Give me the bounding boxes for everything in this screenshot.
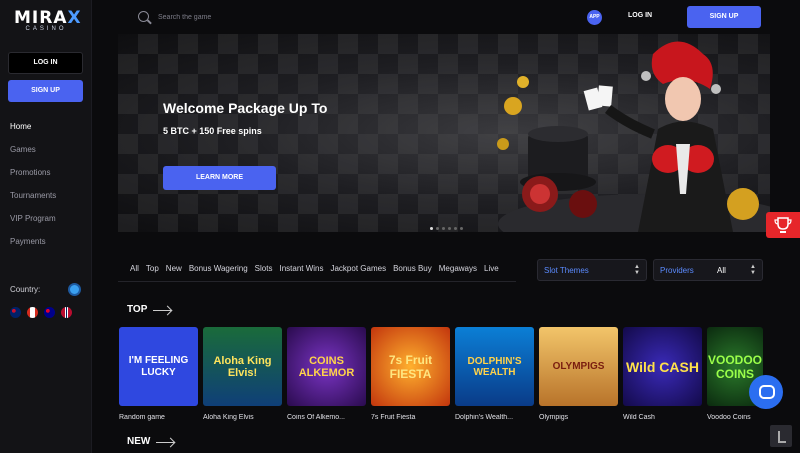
sidebar-item-home[interactable]: Home [10,122,56,145]
tab-bonus-wagering[interactable]: Bonus Wagering [189,264,248,273]
tab-all[interactable]: All [130,264,139,273]
arrow-right-icon[interactable] [156,442,174,443]
sort-arrows-icon: ▲ ▼ [750,264,756,276]
globe-icon[interactable] [68,283,81,296]
banner-title: Welcome Package Up To [163,100,328,116]
carousel-dots [430,227,463,230]
sidebar-item-payments[interactable]: Payments [10,237,56,260]
game-category-tabs: All Top New Bonus Wagering Slots Instant… [130,264,506,273]
scroll-top-icon[interactable] [770,425,792,447]
sidebar: MIRAX CASINO LOG IN SIGN UP Home Games P… [0,0,92,453]
sort-arrows-icon: ▲ ▼ [634,264,640,276]
country-flags [10,307,72,318]
ca-flag-icon[interactable] [27,307,38,318]
jester-illustration [497,41,770,232]
tab-slots[interactable]: Slots [255,264,273,273]
app-button[interactable]: APP [587,10,602,25]
game-thumbnail[interactable]: Aloha King Elvis! [203,327,282,406]
learn-more-button[interactable]: LEARN MORE [163,166,276,190]
providers-label: Providers [660,266,694,275]
tab-megaways[interactable]: Megaways [439,264,477,273]
search-icon[interactable] [138,11,149,22]
top-games-row: I'M FEELING LUCKY Random game Aloha King… [119,327,763,421]
game-card[interactable]: 7s Fruit FIESTA 7s Fruit Fiesta [371,327,450,421]
game-name: Aloha King Elvis [203,414,254,421]
chat-icon[interactable] [749,375,783,409]
slot-themes-select[interactable]: Slot Themes ▲ ▼ [537,259,647,281]
arrow-right-icon[interactable] [153,310,171,311]
tab-bonus-buy[interactable]: Bonus Buy [393,264,432,273]
topbar: APP LOG IN SIGN UP [118,0,770,34]
carousel-dot[interactable] [448,227,451,230]
search-input[interactable] [158,10,358,24]
section-title-top[interactable]: TOP [127,304,147,315]
game-card[interactable]: Wild CASH Wild Cash [623,327,702,421]
game-card[interactable]: DOLPHIN'S WEALTH Dolphin's Wealth... [455,327,534,421]
game-card[interactable]: VOODOO COINS Voodoo Coins [707,327,763,421]
tab-top[interactable]: Top [146,264,159,273]
sidebar-signup-button[interactable]: SIGN UP [8,80,83,102]
signup-button[interactable]: SIGN UP [687,6,761,28]
carousel-dot[interactable] [442,227,445,230]
game-name: 7s Fruit Fiesta [371,414,416,421]
providers-select[interactable]: Providers All ▲ ▼ [653,259,763,281]
sidebar-item-promotions[interactable]: Promotions [10,168,56,191]
game-name: Random game [119,414,165,421]
banner-subtitle: 5 BTC + 150 Free spins [163,126,262,136]
brand-logo[interactable]: MIRAX CASINO [14,8,81,42]
nz-flag-icon[interactable] [10,307,21,318]
sidebar-login-button[interactable]: LOG IN [8,52,83,74]
trophy-glyph [774,217,792,233]
section-title-new[interactable]: NEW [127,436,150,447]
game-thumbnail[interactable]: DOLPHIN'S WEALTH [455,327,534,406]
game-thumbnail[interactable]: OLYMPIGS [539,327,618,406]
carousel-dot[interactable] [460,227,463,230]
carousel-dot[interactable] [430,227,433,230]
tab-new[interactable]: New [166,264,182,273]
game-name: Wild Cash [623,414,655,421]
game-card[interactable]: I'M FEELING LUCKY Random game [119,327,198,421]
game-name: Dolphin's Wealth... [455,414,514,421]
game-thumbnail[interactable]: COINS ALKEMOR [287,327,366,406]
game-card[interactable]: COINS ALKEMOR Coins Of Alkemo... [287,327,366,421]
slot-themes-label: Slot Themes [544,266,589,275]
tabs-divider [118,281,516,282]
tab-instant-wins[interactable]: Instant Wins [279,264,323,273]
game-name: Coins Of Alkemo... [287,414,345,421]
game-name: Olympigs [539,414,569,421]
sidebar-item-tournaments[interactable]: Tournaments [10,191,56,214]
game-card[interactable]: Aloha King Elvis! Aloha King Elvis [203,327,282,421]
game-name: Voodoo Coins [707,414,751,421]
tab-jackpot-games[interactable]: Jackpot Games [330,264,386,273]
promo-banner: Welcome Package Up To 5 BTC + 150 Free s… [118,34,770,232]
carousel-dot[interactable] [436,227,439,230]
logo-text: MIRA [14,8,68,28]
tab-live[interactable]: Live [484,264,499,273]
casino-page: MIRAX CASINO LOG IN SIGN UP Home Games P… [0,0,800,453]
country-label: Country: [10,285,41,294]
game-thumbnail[interactable]: 7s Fruit FIESTA [371,327,450,406]
no-flag-icon[interactable] [61,307,72,318]
game-card[interactable]: OLYMPIGS Olympigs [539,327,618,421]
sidebar-item-games[interactable]: Games [10,145,56,168]
au-flag-icon[interactable] [44,307,55,318]
sidebar-nav: Home Games Promotions Tournaments VIP Pr… [10,122,56,260]
carousel-dot[interactable] [454,227,457,230]
login-button[interactable]: LOG IN [628,12,652,19]
logo-x: X [67,8,82,28]
sidebar-item-vip[interactable]: VIP Program [10,214,56,237]
trophy-icon[interactable] [766,212,800,238]
game-thumbnail[interactable]: Wild CASH [623,327,702,406]
providers-value: All [717,266,726,275]
game-thumbnail[interactable]: I'M FEELING LUCKY [119,327,198,406]
